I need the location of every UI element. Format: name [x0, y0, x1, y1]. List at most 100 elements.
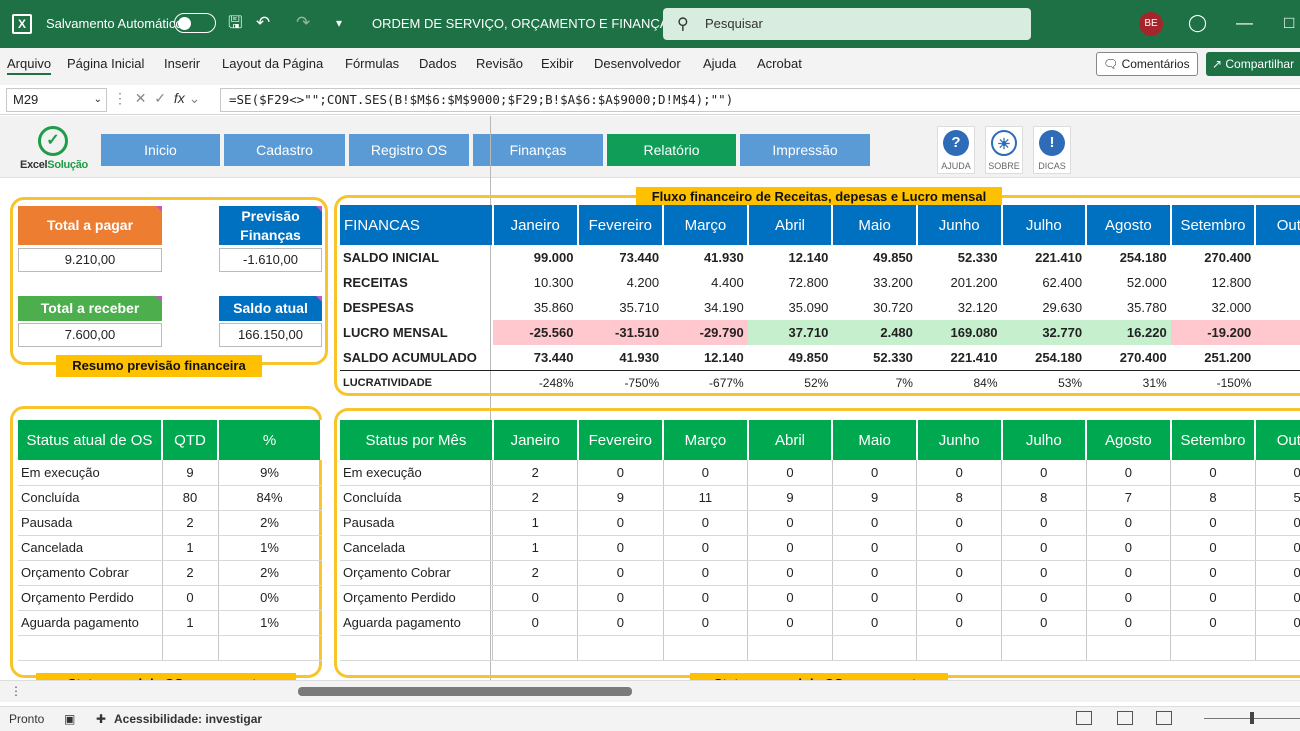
finance-cell[interactable]: 49.850: [832, 245, 917, 270]
function-icon[interactable]: fx: [174, 90, 185, 106]
finance-cell[interactable]: 270.400: [1086, 345, 1171, 370]
status-count-cell[interactable]: 0: [1170, 535, 1256, 561]
status-label[interactable]: Concluída: [18, 485, 163, 511]
empty-cell[interactable]: [577, 634, 664, 661]
nav-registro-os[interactable]: Registro OS: [349, 134, 469, 166]
status-count-cell[interactable]: 0: [916, 560, 1002, 586]
status-count-cell[interactable]: 0: [1001, 535, 1087, 561]
finance-cell[interactable]: -677%: [663, 369, 748, 395]
finance-cell[interactable]: 251.200: [1171, 345, 1256, 370]
finance-cell[interactable]: 32.: [1255, 295, 1300, 320]
nav-relatorio[interactable]: Relatório: [607, 134, 736, 166]
status-count-cell[interactable]: 0: [1255, 460, 1300, 486]
empty-cell[interactable]: [1001, 634, 1087, 661]
formula-input[interactable]: =SE($F29<>"";CONT.SES(B!$M$6:$M$9000;$F2…: [220, 88, 1300, 112]
finance-cell[interactable]: -248%: [492, 369, 578, 395]
status-count-cell[interactable]: 0: [1001, 585, 1087, 611]
finance-cell[interactable]: 34.190: [663, 295, 748, 320]
accessibility-status[interactable]: Acessibilidade: investigar: [114, 712, 262, 726]
status-qtd[interactable]: 1: [162, 610, 219, 636]
finance-cell[interactable]: -20.6: [1255, 320, 1300, 345]
status-qtd[interactable]: 80: [162, 485, 219, 511]
finance-cell[interactable]: 221.410: [1002, 245, 1087, 270]
finance-cell[interactable]: 62.400: [1002, 270, 1087, 295]
status-label[interactable]: Orçamento Perdido: [18, 585, 163, 611]
finance-cell[interactable]: 49.850: [748, 345, 833, 370]
page-break-icon[interactable]: [1156, 711, 1172, 725]
status-label[interactable]: Cancelada: [18, 535, 163, 561]
status-label[interactable]: Aguarda pagamento: [340, 610, 494, 636]
status-count-cell[interactable]: 0: [1086, 535, 1172, 561]
status-qtd[interactable]: 2: [162, 560, 219, 586]
finance-cell[interactable]: 37.710: [747, 320, 833, 345]
tab-pagina-inicial[interactable]: Página Inicial: [67, 56, 144, 71]
status-pct[interactable]: 2%: [218, 510, 322, 536]
status-count-cell[interactable]: 0: [1001, 510, 1087, 536]
finance-cell[interactable]: 41.930: [578, 345, 664, 370]
status-count-cell[interactable]: 0: [1001, 560, 1087, 586]
empty-cell[interactable]: [1170, 634, 1256, 661]
chevron-down-icon[interactable]: ⌄: [94, 89, 102, 111]
more-sheets-icon[interactable]: ⋮: [10, 684, 22, 698]
finance-cell[interactable]: -17: [1255, 369, 1300, 395]
finance-cell[interactable]: 169.080: [916, 320, 1002, 345]
finance-cell[interactable]: 52.330: [917, 245, 1002, 270]
status-pct[interactable]: 2%: [218, 560, 322, 586]
finance-cell[interactable]: 251.2: [1255, 245, 1300, 270]
finance-cell[interactable]: 254.180: [1086, 245, 1171, 270]
finance-cell[interactable]: 32.770: [1001, 320, 1087, 345]
status-count-cell[interactable]: 0: [916, 585, 1002, 611]
finance-cell[interactable]: 35.710: [578, 295, 664, 320]
status-count-cell[interactable]: 0: [832, 585, 918, 611]
empty-cell[interactable]: [492, 634, 578, 661]
status-count-cell[interactable]: 0: [663, 510, 749, 536]
nav-financas[interactable]: Finanças: [473, 134, 603, 166]
finance-cell[interactable]: 16.220: [1086, 320, 1171, 345]
status-count-cell[interactable]: 0: [577, 585, 664, 611]
status-count-cell[interactable]: 0: [663, 560, 749, 586]
status-count-cell[interactable]: 8: [1170, 485, 1256, 511]
name-box[interactable]: M29 ⌄: [6, 88, 107, 112]
status-count-cell[interactable]: 0: [1255, 585, 1300, 611]
status-count-cell[interactable]: 0: [1170, 460, 1256, 486]
finance-cell[interactable]: 52%: [747, 369, 833, 395]
tab-inserir[interactable]: Inserir: [164, 56, 200, 71]
finance-cell[interactable]: 52.000: [1086, 270, 1171, 295]
empty-cell[interactable]: [218, 634, 322, 661]
finance-cell[interactable]: 32.120: [917, 295, 1002, 320]
status-count-cell[interactable]: 0: [832, 510, 918, 536]
lightbulb-icon[interactable]: ◯: [1188, 13, 1207, 33]
finance-cell[interactable]: 72.800: [748, 270, 833, 295]
status-count-cell[interactable]: 8: [916, 485, 1002, 511]
finance-row-label[interactable]: LUCRATIVIDADE: [340, 369, 493, 395]
status-pct[interactable]: 84%: [218, 485, 322, 511]
zoom-thumb[interactable]: [1250, 712, 1254, 724]
status-count-cell[interactable]: 0: [1086, 460, 1172, 486]
empty-cell[interactable]: [916, 634, 1002, 661]
share-button[interactable]: ↗ Compartilhar: [1206, 52, 1300, 76]
status-count-cell[interactable]: 2: [492, 485, 578, 511]
status-pct[interactable]: 0%: [218, 585, 322, 611]
finance-cell[interactable]: 10.300: [493, 270, 578, 295]
finance-cell[interactable]: 12.800: [1171, 270, 1256, 295]
finance-cell[interactable]: -31.510: [577, 320, 664, 345]
status-count-cell[interactable]: 0: [1086, 510, 1172, 536]
status-label[interactable]: Concluída: [340, 485, 494, 511]
dicas-button[interactable]: ! DICAS: [1033, 126, 1071, 174]
macro-record-icon[interactable]: ▣: [64, 712, 75, 726]
finance-cell[interactable]: 4.200: [578, 270, 664, 295]
status-label[interactable]: Em execução: [340, 460, 494, 486]
finance-cell[interactable]: 12.140: [748, 245, 833, 270]
undo-icon[interactable]: ↶: [256, 13, 270, 33]
status-qtd[interactable]: 9: [162, 460, 219, 486]
finance-row-label[interactable]: SALDO INICIAL: [340, 245, 493, 270]
status-count-cell[interactable]: 0: [747, 610, 833, 636]
tab-formulas[interactable]: Fórmulas: [345, 56, 399, 71]
status-count-cell[interactable]: 0: [1170, 585, 1256, 611]
status-count-cell[interactable]: 0: [577, 535, 664, 561]
comments-button[interactable]: 🗨 Comentários: [1096, 52, 1198, 76]
finance-row-label[interactable]: RECEITAS: [340, 270, 493, 295]
status-count-cell[interactable]: 1: [492, 510, 578, 536]
status-count-cell[interactable]: 0: [577, 610, 664, 636]
status-qtd[interactable]: 2: [162, 510, 219, 536]
